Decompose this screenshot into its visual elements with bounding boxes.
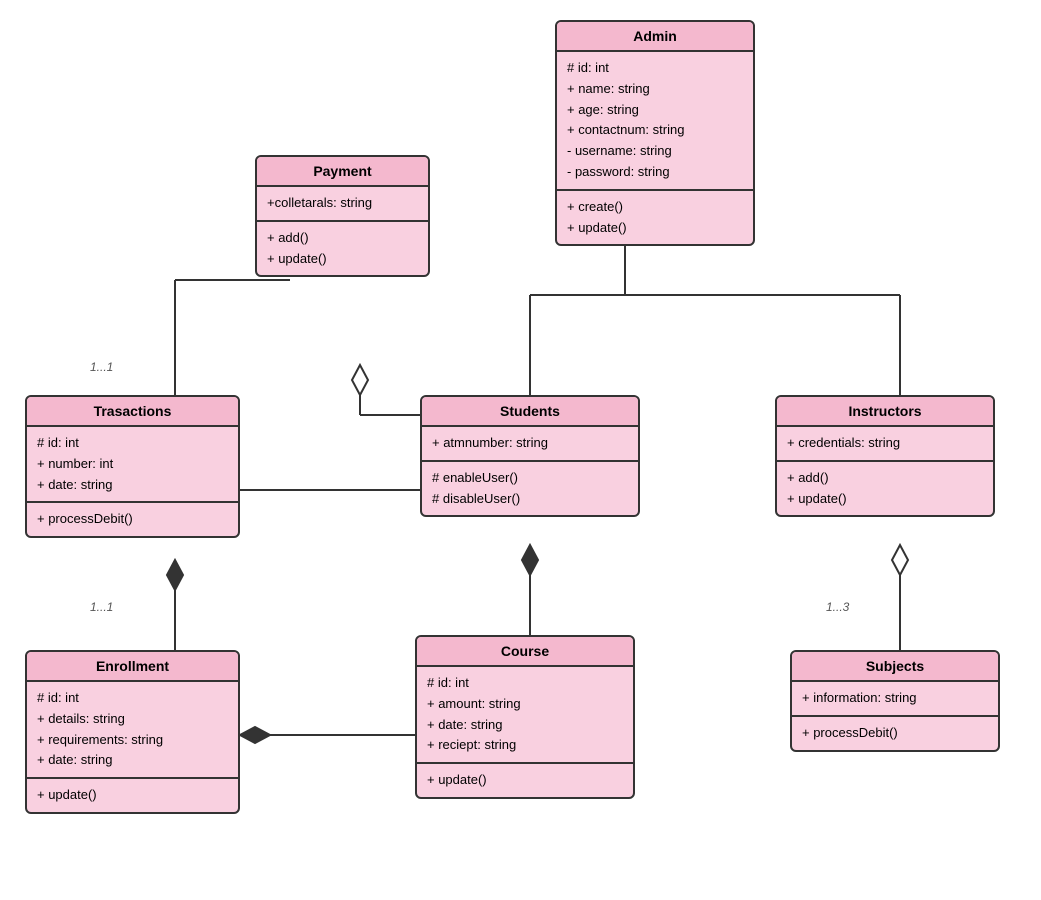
subjects-methods: + processDebit() [792,717,998,750]
course-class: Course # id: int + amount: string + date… [415,635,635,799]
payment-methods: + add() + update() [257,222,428,276]
enrollment-attributes: # id: int + details: string + requiremen… [27,682,238,779]
students-attributes: + atmnumber: string [422,427,638,462]
course-class-header: Course [417,637,633,667]
diagram-container: 1...1 1...1 1...3 Admin # id: int + name… [0,0,1041,900]
course-methods: + update() [417,764,633,797]
payment-class: Payment +colletarals: string + add() + u… [255,155,430,277]
admin-methods: + create() + update() [557,191,753,245]
admin-class: Admin # id: int + name: string + age: st… [555,20,755,246]
enrollment-class-header: Enrollment [27,652,238,682]
students-class: Students + atmnumber: string # enableUse… [420,395,640,517]
subjects-class-header: Subjects [792,652,998,682]
instructors-class: Instructors + credentials: string + add(… [775,395,995,517]
admin-attributes: # id: int + name: string + age: string +… [557,52,753,191]
transactions-attributes: # id: int + number: int + date: string [27,427,238,503]
multiplicity-transactions-enrollment: 1...1 [90,600,113,614]
subjects-attributes: + information: string [792,682,998,717]
payment-class-header: Payment [257,157,428,187]
transactions-methods: + processDebit() [27,503,238,536]
subjects-class: Subjects + information: string + process… [790,650,1000,752]
transactions-class-header: Trasactions [27,397,238,427]
multiplicity-instructors-subjects: 1...3 [826,600,849,614]
payment-attributes: +colletarals: string [257,187,428,222]
multiplicity-transactions-payment: 1...1 [90,360,113,374]
students-methods: # enableUser() # disableUser() [422,462,638,516]
instructors-methods: + add() + update() [777,462,993,516]
instructors-class-header: Instructors [777,397,993,427]
students-class-header: Students [422,397,638,427]
course-attributes: # id: int + amount: string + date: strin… [417,667,633,764]
enrollment-methods: + update() [27,779,238,812]
transactions-class: Trasactions # id: int + number: int + da… [25,395,240,538]
instructors-attributes: + credentials: string [777,427,993,462]
admin-class-header: Admin [557,22,753,52]
enrollment-class: Enrollment # id: int + details: string +… [25,650,240,814]
